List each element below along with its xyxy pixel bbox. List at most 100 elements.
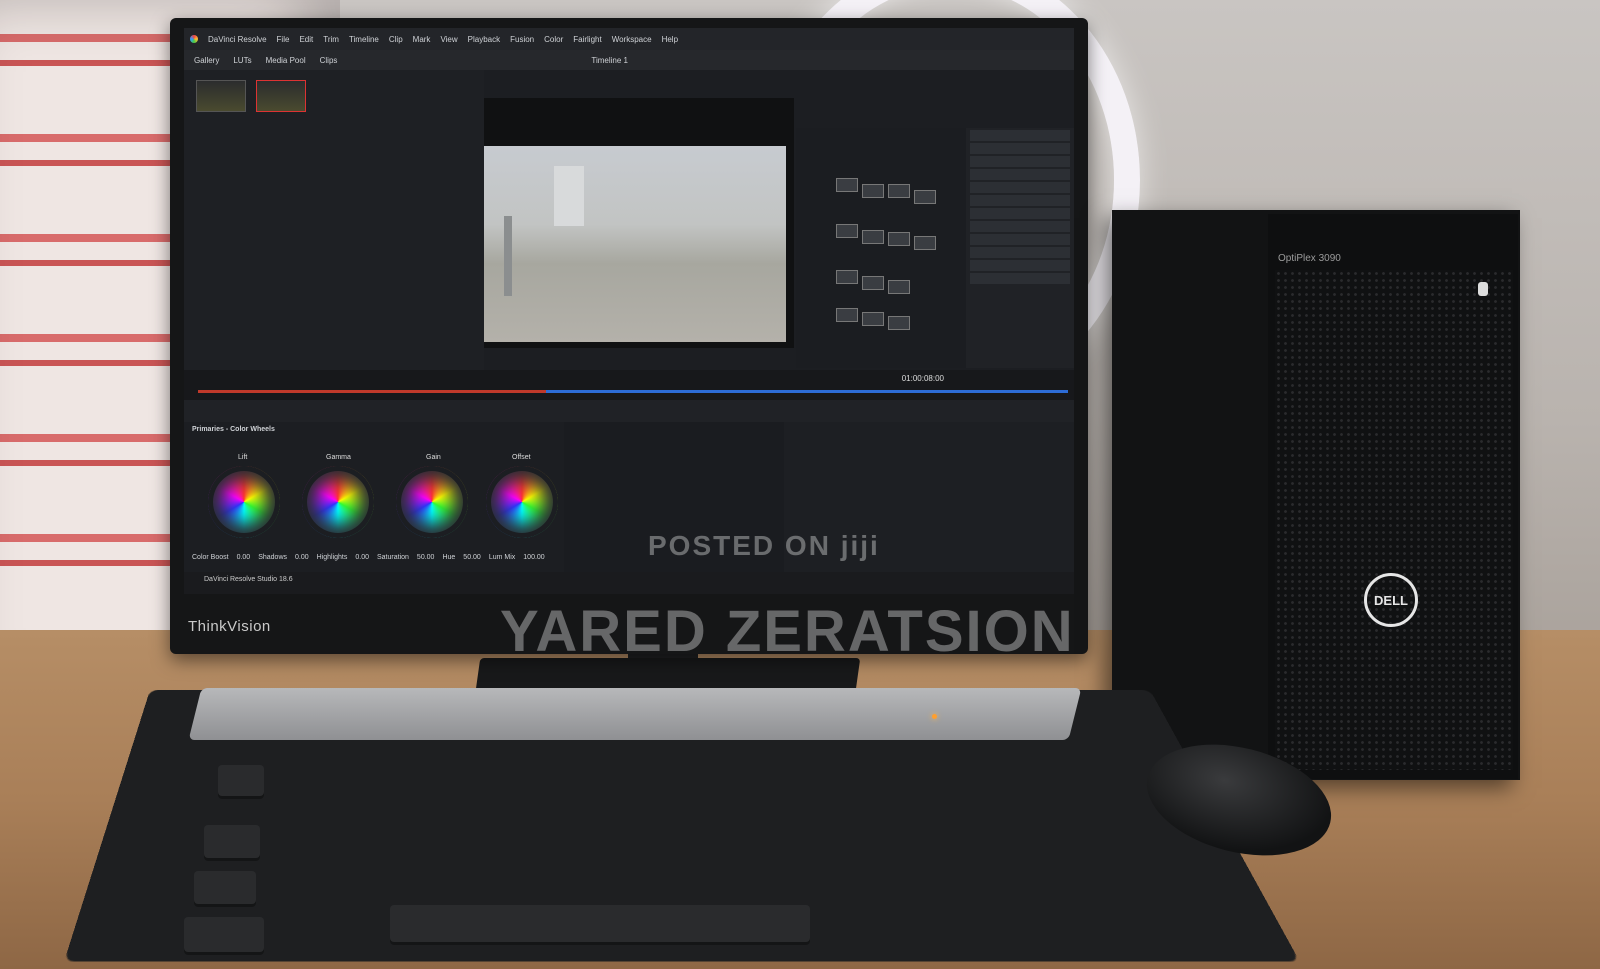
lum-mix-value[interactable]: 100.00 <box>523 554 544 561</box>
hue-value[interactable]: 50.00 <box>463 554 481 561</box>
monitor-screen: DaVinci Resolve File Edit Trim Timeline … <box>184 28 1074 594</box>
key-caps-lock[interactable] <box>194 871 256 907</box>
node[interactable] <box>888 316 910 330</box>
library-item[interactable] <box>970 208 1070 219</box>
node[interactable] <box>836 178 858 192</box>
node[interactable] <box>888 232 910 246</box>
video-frame <box>484 146 786 342</box>
gain-label: Gain <box>426 454 441 461</box>
menu-view[interactable]: View <box>440 35 457 44</box>
effects-library <box>966 128 1074 368</box>
watermark-line-1: POSTED ON jiji <box>648 530 880 561</box>
monitor: DaVinci Resolve File Edit Trim Timeline … <box>170 18 1088 654</box>
node-editor <box>796 128 966 368</box>
menu-color[interactable]: Color <box>544 35 563 44</box>
lum-mix-label: Lum Mix <box>488 554 516 561</box>
primaries-title: Primaries - Color Wheels <box>192 426 275 433</box>
node[interactable] <box>862 184 884 198</box>
key-tab[interactable] <box>204 825 260 861</box>
saturation-value[interactable]: 50.00 <box>417 554 435 561</box>
timeline-name[interactable]: Timeline 1 <box>591 56 628 65</box>
node[interactable] <box>862 312 884 326</box>
node[interactable] <box>836 308 858 322</box>
toolbar-luts[interactable]: LUTs <box>233 56 251 65</box>
node[interactable] <box>888 280 910 294</box>
node[interactable] <box>888 184 910 198</box>
node[interactable] <box>914 236 936 250</box>
color-boost-value[interactable]: 0.00 <box>237 554 251 561</box>
menu-edit[interactable]: Edit <box>299 35 313 44</box>
power-button-icon[interactable] <box>1478 282 1488 296</box>
key-shift[interactable] <box>184 917 264 955</box>
gallery-still-1[interactable] <box>196 80 246 112</box>
menu-playback[interactable]: Playback <box>468 35 500 44</box>
gain-wheel[interactable] <box>396 466 468 538</box>
menu-help[interactable]: Help <box>662 35 678 44</box>
lift-wheel[interactable] <box>208 466 280 538</box>
saturation-label: Saturation <box>377 554 409 561</box>
gallery-still-2[interactable] <box>256 80 306 112</box>
person-figure <box>504 216 512 296</box>
menu-clip[interactable]: Clip <box>389 35 403 44</box>
menu-timeline[interactable]: Timeline <box>349 35 379 44</box>
timeline-progress-bar[interactable] <box>198 390 1068 393</box>
dell-logo-text: DELL <box>1374 592 1408 608</box>
toolbar-gallery[interactable]: Gallery <box>194 56 219 65</box>
building <box>554 166 584 226</box>
app-title: DaVinci Resolve <box>208 34 267 44</box>
hue-label: Hue <box>442 554 456 561</box>
menu-fusion[interactable]: Fusion <box>510 35 534 44</box>
toolbar-clips[interactable]: Clips <box>320 56 338 65</box>
gamma-label: Gamma <box>326 454 351 461</box>
app-menubar: DaVinci Resolve File Edit Trim Timeline … <box>184 28 1074 50</box>
highlights-value[interactable]: 0.00 <box>355 554 369 561</box>
library-item[interactable] <box>970 195 1070 206</box>
library-item[interactable] <box>970 156 1070 167</box>
keyboard-top-strip <box>188 688 1082 740</box>
key-esc[interactable] <box>218 765 264 799</box>
toolbar-media-pool[interactable]: Media Pool <box>266 56 306 65</box>
menu-workspace[interactable]: Workspace <box>612 35 652 44</box>
app-toolbar: Gallery LUTs Media Pool Clips Timeline 1 <box>184 50 1074 70</box>
library-item[interactable] <box>970 260 1070 271</box>
key-space[interactable] <box>390 905 810 945</box>
library-item[interactable] <box>970 130 1070 141</box>
mini-timeline[interactable]: 01:00:08:00 <box>184 370 1074 400</box>
dell-logo-icon: DELL <box>1364 573 1418 627</box>
library-item[interactable] <box>970 182 1070 193</box>
node[interactable] <box>836 224 858 238</box>
tower-model-label: OptiPlex 3090 <box>1278 253 1341 264</box>
page-bar: DaVinci Resolve Studio 18.6 <box>184 572 1074 594</box>
library-item[interactable] <box>970 247 1070 258</box>
library-item[interactable] <box>970 221 1070 232</box>
tower-grille <box>1275 270 1513 770</box>
library-item[interactable] <box>970 169 1070 180</box>
gamma-wheel[interactable] <box>302 466 374 538</box>
node[interactable] <box>862 276 884 290</box>
menu-trim[interactable]: Trim <box>323 35 339 44</box>
primaries-bottom-fields: Color Boost 0.00 Shadows 0.00 Highlights… <box>192 554 545 561</box>
lift-label: Lift <box>238 454 248 461</box>
keyboard-led-icon <box>932 714 937 719</box>
shadows-value[interactable]: 0.00 <box>295 554 309 561</box>
color-tools-bar <box>184 400 1074 422</box>
node[interactable] <box>862 230 884 244</box>
node[interactable] <box>914 190 936 204</box>
highlights-label: Highlights <box>316 554 348 561</box>
library-item[interactable] <box>970 234 1070 245</box>
monitor-brand-label: ThinkVision <box>188 618 271 635</box>
gallery-panel <box>184 70 484 370</box>
menu-mark[interactable]: Mark <box>413 35 431 44</box>
offset-label: Offset <box>512 454 531 461</box>
menu-fairlight[interactable]: Fairlight <box>573 35 601 44</box>
viewer-timecode: 01:00:08:00 <box>901 374 944 383</box>
node[interactable] <box>836 270 858 284</box>
shadows-label: Shadows <box>258 554 287 561</box>
library-item[interactable] <box>970 273 1070 284</box>
studio-label: DaVinci Resolve Studio 18.6 <box>204 576 293 583</box>
offset-wheel[interactable] <box>486 466 558 538</box>
keyboard-keys-area <box>184 755 1150 965</box>
menu-file[interactable]: File <box>277 35 290 44</box>
color-boost-label: Color Boost <box>192 554 229 561</box>
library-item[interactable] <box>970 143 1070 154</box>
